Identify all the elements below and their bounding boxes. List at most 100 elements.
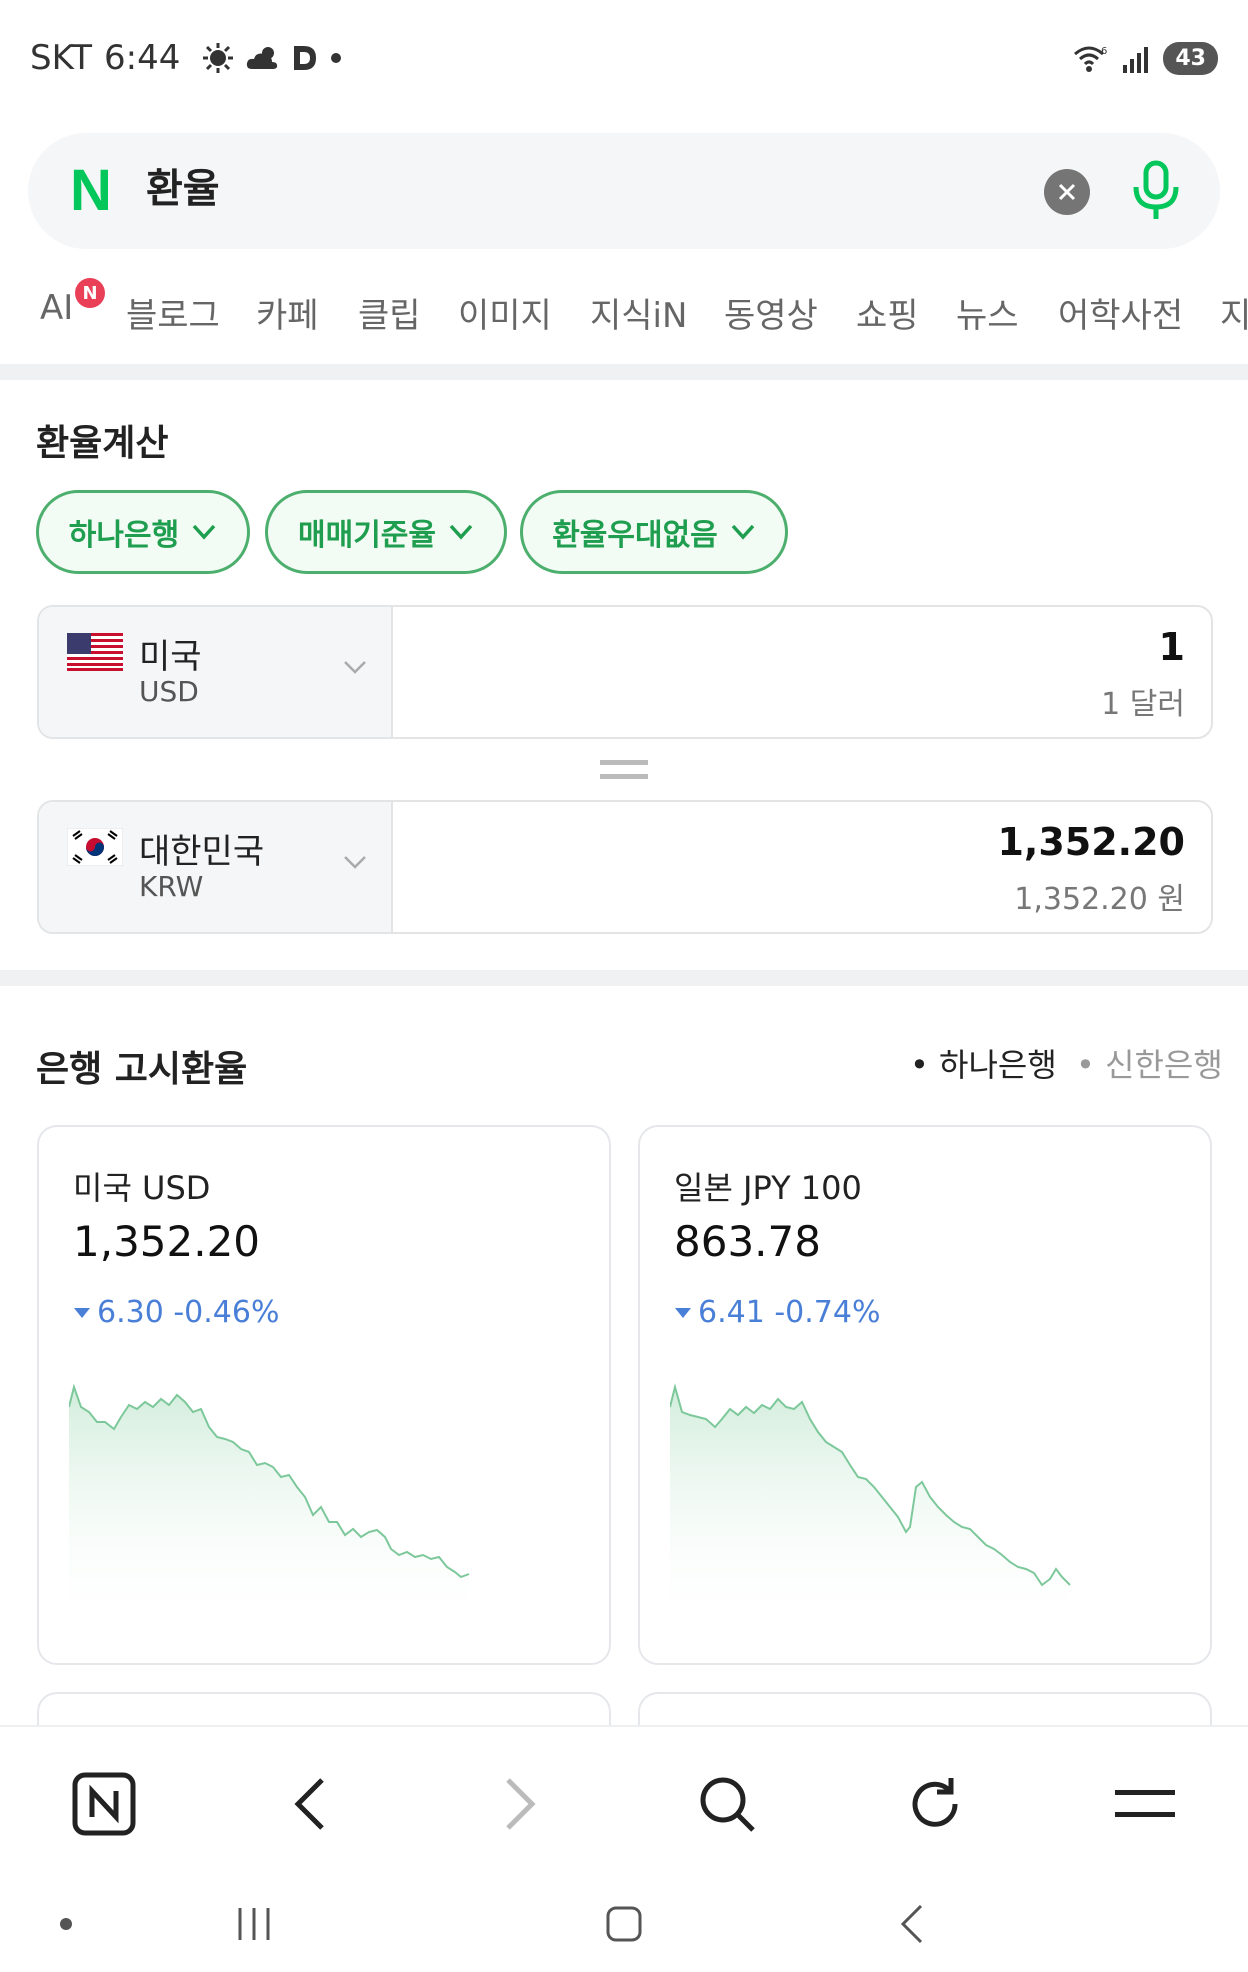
bank-select-chip[interactable]: 하나은행 <box>36 490 250 574</box>
forward-button[interactable] <box>485 1769 555 1839</box>
recents-button[interactable] <box>224 1894 284 1954</box>
back-button[interactable] <box>275 1769 345 1839</box>
from-amount-input[interactable]: 1 <box>1159 625 1185 669</box>
naver-home-icon <box>72 1772 136 1836</box>
rate-type-chip[interactable]: 매매기준율 <box>265 490 507 574</box>
rate-card-change: 6.41 -0.74% <box>674 1295 880 1330</box>
rate-card-usd[interactable]: 미국 USD 1,352.20 6.30 -0.46% <box>37 1125 611 1665</box>
calculator-title: 환율계산 <box>36 423 169 464</box>
browser-bottom-nav <box>0 1725 1248 1871</box>
tab-blog[interactable]: 블로그 <box>126 288 220 337</box>
carrier-label: SKT <box>30 38 93 78</box>
search-button[interactable] <box>692 1769 762 1839</box>
search-input[interactable]: 환율 <box>146 161 220 217</box>
ai-new-badge: N <box>75 278 105 308</box>
time-label: 6:44 <box>104 38 181 78</box>
section-separator <box>0 970 1248 986</box>
from-currency-code: USD <box>139 675 199 708</box>
brightness-icon <box>203 43 234 73</box>
refresh-button[interactable] <box>900 1769 970 1839</box>
status-left: SKT 6:44 <box>30 38 342 78</box>
search-tabs: AI N 블로그 카페 클립 이미지 지식iN 동영상 쇼핑 뉴스 어학사전 지 <box>0 278 1248 348</box>
chip-label: 환율우대없음 <box>552 518 718 553</box>
to-amount-input[interactable]: 1,352.20 <box>997 820 1185 864</box>
system-dot <box>36 1894 96 1954</box>
dot-icon <box>60 1918 72 1930</box>
naver-home-button[interactable] <box>69 1769 139 1839</box>
equals-icon <box>600 760 648 779</box>
status-bar: SKT 6:44 6 43 <box>0 0 1248 120</box>
home-button[interactable] <box>594 1894 654 1954</box>
tab-kin[interactable]: 지식iN <box>590 288 687 337</box>
tab-cafe[interactable]: 카페 <box>256 288 319 337</box>
usd-trend-chart <box>69 1383 470 1637</box>
preferential-rate-chip[interactable]: 환율우대없음 <box>520 490 788 574</box>
bank-option-shinhan[interactable]: • 신한은행 <box>1076 1040 1223 1086</box>
rate-card-value: 863.78 <box>674 1217 821 1266</box>
system-back-icon <box>900 1904 923 1944</box>
system-nav-bar <box>0 1872 1248 1972</box>
rate-change-text: 6.41 -0.74% <box>698 1295 881 1330</box>
rate-card-title: 일본 JPY 100 <box>674 1169 862 1207</box>
rate-change-text: 6.30 -0.46% <box>97 1295 280 1330</box>
naver-logo[interactable]: N <box>70 162 112 220</box>
bank-option-hana[interactable]: • 하나은행 <box>910 1040 1057 1086</box>
microphone-icon <box>1133 160 1179 219</box>
system-back-button[interactable] <box>882 1894 942 1954</box>
status-icons <box>202 42 342 74</box>
from-country-name: 미국 <box>139 637 202 677</box>
bank-rates-title: 은행 고시환율 <box>36 1049 248 1090</box>
d-app-icon <box>294 46 317 70</box>
tab-shopping[interactable]: 쇼핑 <box>856 288 919 337</box>
kr-flag-icon <box>67 828 123 866</box>
chevron-down-icon <box>344 856 366 869</box>
bank-option-label: 하나은행 <box>939 1046 1057 1084</box>
forward-icon <box>506 1778 536 1830</box>
us-flag-icon <box>67 633 123 671</box>
from-currency-select[interactable]: 미국 USD <box>39 607 393 737</box>
rate-card-change: 6.30 -0.46% <box>73 1295 279 1330</box>
rate-card-jpy[interactable]: 일본 JPY 100 863.78 6.41 -0.74% <box>638 1125 1212 1665</box>
clear-search-button[interactable] <box>1044 169 1090 215</box>
from-currency-row: 미국 USD 1 1 달러 <box>37 605 1213 739</box>
battery-indicator: 43 <box>1163 42 1218 75</box>
close-icon <box>1058 183 1076 201</box>
to-currency-row: 대한민국 KRW 1,352.20 1,352.20 원 <box>37 800 1213 934</box>
voice-search-button[interactable] <box>1126 159 1186 223</box>
triangle-down-icon <box>675 1307 691 1318</box>
tab-dictionary[interactable]: 어학사전 <box>1058 288 1183 337</box>
home-icon <box>606 1906 642 1942</box>
signal-icon <box>1123 46 1149 73</box>
from-amount-text: 1 달러 <box>1101 687 1185 722</box>
status-right: 6 43 <box>1073 42 1218 75</box>
tab-news[interactable]: 뉴스 <box>956 288 1019 337</box>
rate-card-title: 미국 USD <box>73 1169 211 1207</box>
to-country-name: 대한민국 <box>139 832 265 872</box>
to-currency-code: KRW <box>139 870 204 903</box>
refresh-icon <box>912 1778 958 1827</box>
section-separator <box>0 364 1248 380</box>
svg-text:6: 6 <box>1101 46 1107 57</box>
recents-icon <box>238 1908 270 1940</box>
search-bar[interactable]: N 환율 <box>28 133 1220 249</box>
chip-label: 매매기준율 <box>298 518 436 553</box>
tab-more[interactable]: 지 <box>1220 288 1248 337</box>
chevron-down-icon <box>192 524 216 540</box>
menu-icon <box>1115 1790 1175 1817</box>
jpy-trend-chart <box>670 1383 1071 1637</box>
tab-video[interactable]: 동영상 <box>724 288 818 337</box>
tab-clip[interactable]: 클립 <box>358 288 421 337</box>
chevron-down-icon <box>344 661 366 674</box>
search-icon <box>700 1777 755 1832</box>
chevron-down-icon <box>449 524 473 540</box>
menu-button[interactable] <box>1110 1769 1180 1839</box>
tab-image[interactable]: 이미지 <box>458 288 552 337</box>
wifi-icon: 6 <box>1074 46 1108 72</box>
tab-ai[interactable]: AI <box>40 288 73 328</box>
to-currency-select[interactable]: 대한민국 KRW <box>39 802 393 932</box>
bank-option-label: 신한은행 <box>1105 1046 1223 1084</box>
chip-label: 하나은행 <box>68 518 180 553</box>
to-amount-text: 1,352.20 원 <box>1014 882 1185 917</box>
triangle-down-icon <box>74 1307 90 1318</box>
chevron-down-icon <box>731 524 755 540</box>
